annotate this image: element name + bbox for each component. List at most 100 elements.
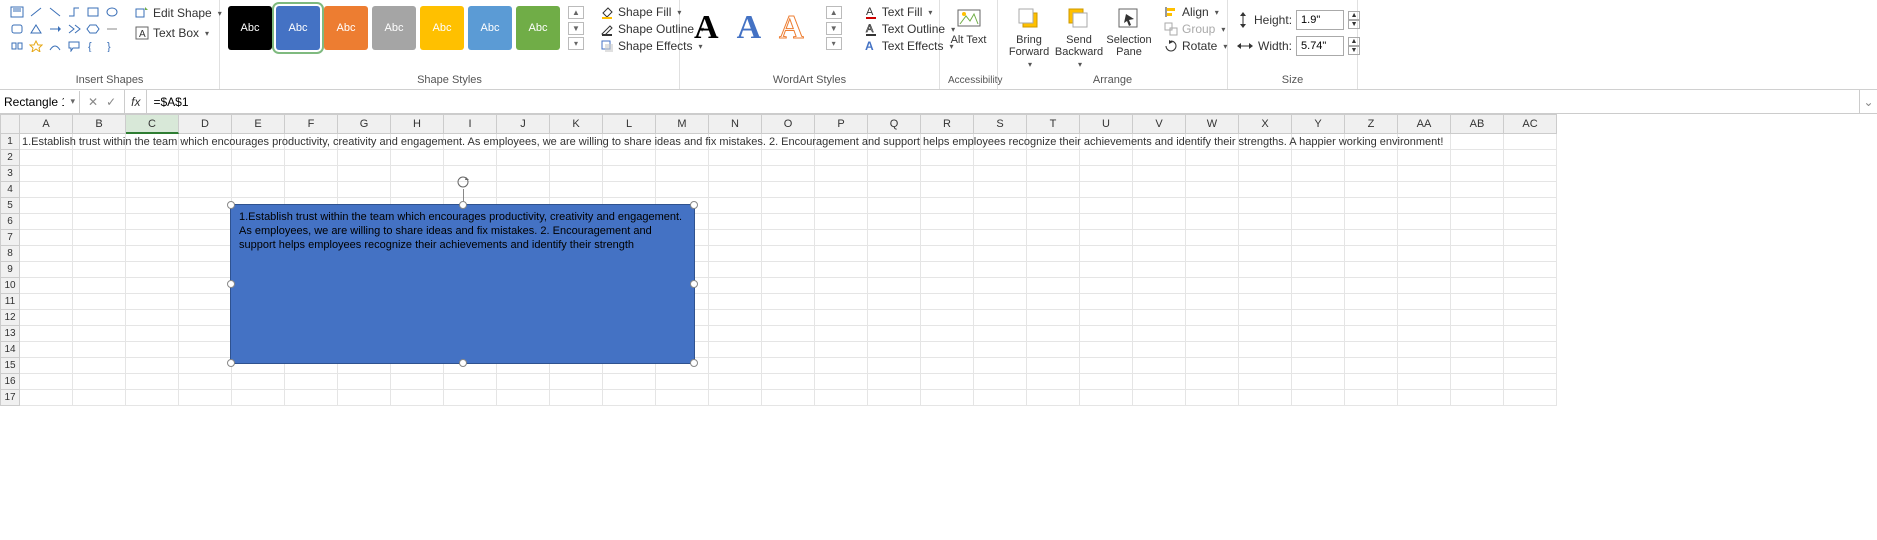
cell-B3[interactable] xyxy=(73,166,126,182)
cell-T5[interactable] xyxy=(1027,198,1080,214)
cell-N8[interactable] xyxy=(709,246,762,262)
column-header-L[interactable]: L xyxy=(603,114,656,134)
cell-O7[interactable] xyxy=(762,230,815,246)
cell-Z5[interactable] xyxy=(1345,198,1398,214)
cell-N13[interactable] xyxy=(709,326,762,342)
cell-O13[interactable] xyxy=(762,326,815,342)
cell-V9[interactable] xyxy=(1133,262,1186,278)
cell-U16[interactable] xyxy=(1080,374,1133,390)
shape-gallery[interactable]: { } xyxy=(8,4,121,54)
column-header-M[interactable]: M xyxy=(656,114,709,134)
cell-C5[interactable] xyxy=(126,198,179,214)
column-header-I[interactable]: I xyxy=(444,114,497,134)
column-header-F[interactable]: F xyxy=(285,114,338,134)
shape-roundrect-icon[interactable] xyxy=(8,21,26,37)
cell-AC2[interactable] xyxy=(1504,150,1557,166)
cell-E16[interactable] xyxy=(232,374,285,390)
cell-Q7[interactable] xyxy=(868,230,921,246)
cell-B8[interactable] xyxy=(73,246,126,262)
cell-O6[interactable] xyxy=(762,214,815,230)
name-box-input[interactable] xyxy=(4,95,64,109)
cell-X11[interactable] xyxy=(1239,294,1292,310)
cell-N10[interactable] xyxy=(709,278,762,294)
cell-AA9[interactable] xyxy=(1398,262,1451,278)
style-swatch-4[interactable]: Abc xyxy=(372,6,416,50)
cell-S12[interactable] xyxy=(974,310,1027,326)
cell-W16[interactable] xyxy=(1186,374,1239,390)
cell-U9[interactable] xyxy=(1080,262,1133,278)
bring-forward-button[interactable]: Bring Forward ▾ xyxy=(1006,4,1052,71)
cell-T11[interactable] xyxy=(1027,294,1080,310)
cell-AA11[interactable] xyxy=(1398,294,1451,310)
wordart-gallery[interactable]: A A A ▲▼▾ xyxy=(694,6,842,50)
cell-O2[interactable] xyxy=(762,150,815,166)
cell-P4[interactable] xyxy=(815,182,868,198)
cell-U15[interactable] xyxy=(1080,358,1133,374)
cell-R7[interactable] xyxy=(921,230,974,246)
cell-AA5[interactable] xyxy=(1398,198,1451,214)
shape-style-gallery[interactable]: Abc Abc Abc Abc Abc Abc Abc ▲▼▾ xyxy=(228,6,584,50)
cell-T3[interactable] xyxy=(1027,166,1080,182)
cell-L17[interactable] xyxy=(603,390,656,406)
formula-bar-expand-icon[interactable]: ⌄ xyxy=(1859,90,1877,113)
cell-X16[interactable] xyxy=(1239,374,1292,390)
cell-S17[interactable] xyxy=(974,390,1027,406)
row-header-17[interactable]: 17 xyxy=(0,390,20,406)
cell-AB12[interactable] xyxy=(1451,310,1504,326)
cell-Z17[interactable] xyxy=(1345,390,1398,406)
cell-Y4[interactable] xyxy=(1292,182,1345,198)
cell-A11[interactable] xyxy=(20,294,73,310)
column-header-R[interactable]: R xyxy=(921,114,974,134)
cell-Z4[interactable] xyxy=(1345,182,1398,198)
cell-S16[interactable] xyxy=(974,374,1027,390)
cell-D6[interactable] xyxy=(179,214,232,230)
cell-AA13[interactable] xyxy=(1398,326,1451,342)
cell-K16[interactable] xyxy=(550,374,603,390)
cell-W11[interactable] xyxy=(1186,294,1239,310)
cell-D11[interactable] xyxy=(179,294,232,310)
wordart-gallery-more[interactable]: ▲▼▾ xyxy=(826,6,842,50)
row-header-1[interactable]: 1 xyxy=(0,134,20,150)
cell-U4[interactable] xyxy=(1080,182,1133,198)
cell-X7[interactable] xyxy=(1239,230,1292,246)
cell-AC11[interactable] xyxy=(1504,294,1557,310)
cell-AB6[interactable] xyxy=(1451,214,1504,230)
cell-B5[interactable] xyxy=(73,198,126,214)
column-header-A[interactable]: A xyxy=(20,114,73,134)
shape-doublearrow-icon[interactable] xyxy=(65,21,83,37)
cell-W2[interactable] xyxy=(1186,150,1239,166)
shape-curve-icon[interactable] xyxy=(46,38,64,54)
cell-K2[interactable] xyxy=(550,150,603,166)
shape-line-icon[interactable] xyxy=(27,4,45,20)
cell-O14[interactable] xyxy=(762,342,815,358)
cell-R10[interactable] xyxy=(921,278,974,294)
cell-R16[interactable] xyxy=(921,374,974,390)
cell-O4[interactable] xyxy=(762,182,815,198)
column-header-Q[interactable]: Q xyxy=(868,114,921,134)
cell-V13[interactable] xyxy=(1133,326,1186,342)
cell-G16[interactable] xyxy=(338,374,391,390)
column-header-T[interactable]: T xyxy=(1027,114,1080,134)
cell-B2[interactable] xyxy=(73,150,126,166)
cell-Y8[interactable] xyxy=(1292,246,1345,262)
cell-V2[interactable] xyxy=(1133,150,1186,166)
cell-Z9[interactable] xyxy=(1345,262,1398,278)
resize-handle-n[interactable] xyxy=(459,201,467,209)
cell-N17[interactable] xyxy=(709,390,762,406)
cell-H16[interactable] xyxy=(391,374,444,390)
cell-AB4[interactable] xyxy=(1451,182,1504,198)
cell-X13[interactable] xyxy=(1239,326,1292,342)
cell-N11[interactable] xyxy=(709,294,762,310)
row-header-2[interactable]: 2 xyxy=(0,150,20,166)
shape-flow-icon[interactable] xyxy=(8,38,26,54)
row-header-5[interactable]: 5 xyxy=(0,198,20,214)
resize-handle-e[interactable] xyxy=(690,280,698,288)
shape-connector-icon[interactable] xyxy=(65,4,83,20)
cell-C13[interactable] xyxy=(126,326,179,342)
cell-R8[interactable] xyxy=(921,246,974,262)
column-header-P[interactable]: P xyxy=(815,114,868,134)
cell-AC12[interactable] xyxy=(1504,310,1557,326)
cell-V6[interactable] xyxy=(1133,214,1186,230)
cell-AA15[interactable] xyxy=(1398,358,1451,374)
cell-B15[interactable] xyxy=(73,358,126,374)
